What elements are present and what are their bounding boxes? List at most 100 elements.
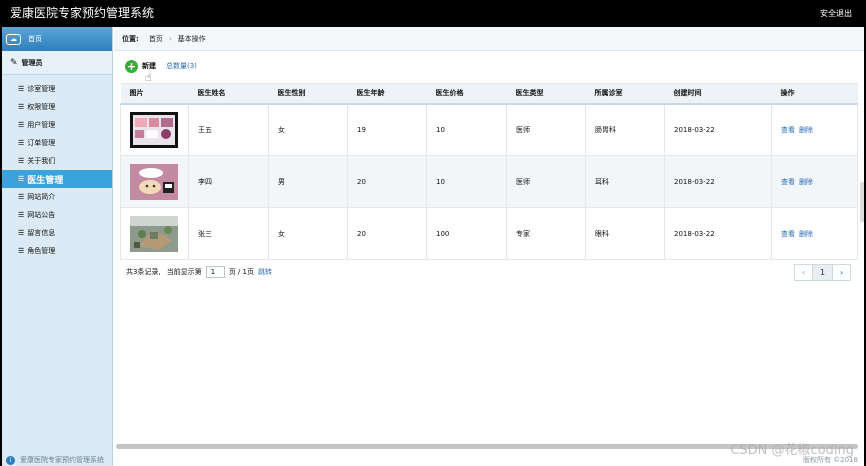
photo-cell: [120, 155, 189, 208]
doctor-photo: [130, 111, 178, 148]
list-icon: ☰: [18, 103, 25, 111]
list-icon: ☰: [18, 139, 25, 147]
breadcrumb-separator-icon: ›: [168, 34, 172, 43]
pager-info: 共3条记录, 当前显示第 1 页 / 1页 跳转: [126, 266, 272, 278]
doctor-room: 眼科: [585, 207, 665, 260]
add-icon[interactable]: +: [125, 59, 138, 73]
col-header-created: 创建时间: [664, 83, 772, 105]
sidebar-menu: ☰ 诊室管理 ☰ 权限管理 ☰ 用户管理 ☰ 订单管理 ☰ 关于我们 ☰ 医生管理 ☰ 网站简…: [2, 75, 112, 260]
sidebar-footer-text: 爱康医院专家预约管理系统: [20, 456, 104, 464]
doctor-gender: 男: [268, 155, 348, 208]
sidebar: ☁ 首页 ✎ 管理员 ☰ 诊室管理 ☰ 权限管理 ☰ 用户管理 ☰ 订单管理 ☰ 关于我们…: [2, 27, 113, 466]
doctor-type: 专家: [506, 207, 586, 260]
sidebar-item-doctors[interactable]: ☰ 医生管理: [2, 170, 112, 188]
doctor-age: 19: [347, 103, 427, 156]
prev-page-icon[interactable]: ‹: [794, 264, 813, 281]
list-icon: ☰: [18, 247, 25, 255]
col-header-actions: 操作: [771, 83, 858, 105]
record-summary: 共3条记录,: [126, 268, 161, 276]
created-time: 2018-03-22: [664, 103, 772, 156]
sidebar-item-about[interactable]: ☰ 关于我们: [2, 152, 112, 170]
col-header-name: 医生姓名: [188, 83, 269, 105]
sidebar-item-label: 订单管理: [27, 139, 56, 147]
toolbar: + 新建 总数量(3): [114, 51, 864, 81]
doctor-price: 100: [426, 207, 507, 260]
page-number-input[interactable]: 1: [205, 266, 225, 278]
view-link[interactable]: 查看: [781, 230, 795, 238]
col-header-room: 所属诊室: [585, 83, 665, 105]
cloud-icon: ☁: [6, 33, 21, 45]
doctor-price: 10: [426, 155, 507, 208]
actions-cell: 查看 删除: [771, 207, 858, 260]
breadcrumb-home[interactable]: 首页: [149, 34, 163, 44]
page-1-button[interactable]: 1: [813, 264, 832, 281]
app-title: 爱康医院专家预约管理系统: [10, 6, 155, 20]
view-link[interactable]: 查看: [781, 126, 795, 134]
sidebar-item-room[interactable]: ☰ 诊室管理: [2, 80, 112, 98]
breadcrumb-prefix: 位置:: [122, 34, 139, 43]
col-header-age: 医生年龄: [347, 83, 427, 105]
vertical-scrollbar[interactable]: [860, 182, 864, 222]
sidebar-item-permission[interactable]: ☰ 权限管理: [2, 98, 112, 116]
photo-cell: [120, 207, 189, 260]
breadcrumb-current: 基本操作: [177, 34, 206, 43]
doctor-gender: 女: [268, 207, 348, 260]
sidebar-item-label: 网站公告: [27, 211, 56, 219]
doctor-name: 李四: [188, 155, 269, 208]
delete-link[interactable]: 删除: [799, 126, 813, 134]
sidebar-item-users[interactable]: ☰ 用户管理: [2, 116, 112, 134]
sidebar-item-notice[interactable]: ☰ 网站公告: [2, 206, 112, 224]
sidebar-item-label: 角色管理: [27, 247, 56, 255]
col-header-type: 医生类型: [506, 83, 586, 105]
table-row: 王五 女 19 10 医师 肠胃科 2018-03-22 查看 删除: [120, 103, 858, 156]
sidebar-item-intro[interactable]: ☰ 网站简介: [2, 188, 112, 206]
sidebar-item-label: 用户管理: [27, 121, 56, 129]
current-page-prefix: 当前显示第: [166, 268, 202, 276]
breadcrumb: 位置: 首页 › 基本操作: [114, 27, 864, 51]
pagination: ‹ 1 ›: [794, 264, 851, 281]
sidebar-item-label: 权限管理: [27, 103, 56, 111]
sidebar-home[interactable]: ☁ 首页: [2, 27, 112, 51]
sidebar-footer: i 爱康医院专家预约管理系统: [2, 454, 113, 466]
col-header-gender: 医生性别: [268, 83, 348, 105]
doctor-age: 20: [347, 155, 427, 208]
next-page-icon[interactable]: ›: [832, 264, 851, 281]
page-suffix: 页 / 1页: [228, 268, 254, 276]
table-row: 李四 男 20 10 医师 耳科 2018-03-22 查看 删除: [120, 155, 858, 208]
sidebar-item-orders[interactable]: ☰ 订单管理: [2, 134, 112, 152]
doctor-photo: [130, 215, 178, 252]
doctor-room: 肠胃科: [585, 103, 665, 156]
list-icon: ☰: [18, 211, 25, 219]
new-button[interactable]: 新建: [142, 61, 156, 71]
sidebar-item-label: 关于我们: [27, 157, 56, 165]
delete-link[interactable]: 删除: [799, 230, 813, 238]
jump-link[interactable]: 跳转: [258, 267, 272, 277]
col-header-price: 医生价格: [426, 83, 507, 105]
view-link[interactable]: 查看: [781, 178, 795, 186]
list-icon: ☰: [18, 157, 25, 165]
list-icon: ☰: [18, 229, 25, 237]
screen: 爱康医院专家预约管理系统 安全退出 ☁ 首页 ✎ 管理员 ☰ 诊室管理 ☰ 权限管理…: [2, 0, 864, 466]
doctor-name: 王五: [188, 103, 269, 156]
doctor-type: 医师: [506, 155, 586, 208]
doctor-room: 耳科: [585, 155, 665, 208]
sidebar-item-label: 诊室管理: [27, 85, 56, 93]
top-bar: 爱康医院专家预约管理系统 安全退出: [2, 0, 864, 27]
doctor-table: 图片 医生姓名 医生性别 医生年龄 医生价格 医生类型 所属诊室 创建时间 操作: [120, 83, 858, 260]
actions-cell: 查看 删除: [771, 103, 858, 156]
sidebar-home-label: 首页: [28, 35, 42, 43]
sidebar-item-label: 网站简介: [27, 193, 56, 201]
sidebar-group-admin[interactable]: ✎ 管理员: [2, 51, 112, 75]
sidebar-item-messages[interactable]: ☰ 留言信息: [2, 224, 112, 242]
info-icon: i: [6, 455, 15, 465]
sidebar-item-roles[interactable]: ☰ 角色管理: [2, 242, 112, 260]
delete-link[interactable]: 删除: [799, 178, 813, 186]
copyright-text: 版权所有 ©2018: [802, 456, 858, 464]
created-time: 2018-03-22: [664, 155, 772, 208]
sidebar-item-label: 医生管理: [27, 175, 64, 186]
list-icon: ☰: [18, 121, 25, 129]
logout-link[interactable]: 安全退出: [820, 8, 852, 19]
sidebar-group-label: 管理员: [21, 58, 43, 67]
doctor-price: 10: [426, 103, 507, 156]
photo-cell: [120, 103, 189, 156]
